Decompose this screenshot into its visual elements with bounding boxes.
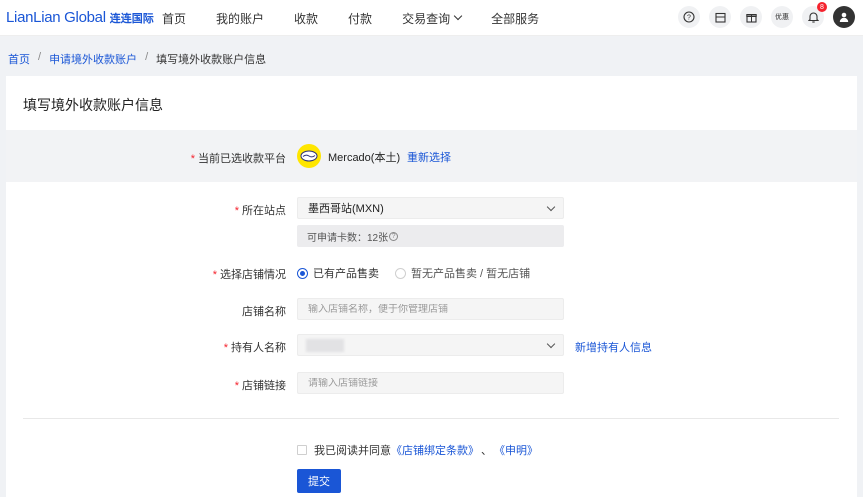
store-link-input[interactable] bbox=[308, 377, 553, 389]
nav-item-pay[interactable]: 付款 bbox=[348, 10, 372, 27]
breadcrumb-home[interactable]: 首页 bbox=[8, 51, 30, 67]
nav-item-my-account[interactable]: 我的账户 bbox=[216, 10, 264, 27]
breadcrumb-apply-account[interactable]: 申请境外收款账户 bbox=[49, 51, 137, 67]
chevron-down-icon bbox=[453, 11, 463, 21]
breadcrumb: 首页 / 申请境外收款账户 / 填写境外收款账户信息 bbox=[8, 51, 266, 67]
platform-label-text: 当前已选收款平台 bbox=[198, 153, 286, 165]
agreement-row: 我已阅读并同意 《店铺绑定条款》 、 《申明》 bbox=[297, 442, 538, 458]
holder-select[interactable] bbox=[297, 334, 564, 356]
redacted-holder-name bbox=[306, 339, 344, 352]
main-nav: 首页 我的账户 收款 付款 交易查询 全部服务 bbox=[162, 0, 539, 36]
radio-no-products[interactable]: 暂无产品售卖 / 暂无店铺 bbox=[395, 265, 530, 281]
submit-button[interactable]: 提交 bbox=[297, 469, 341, 493]
brand-logo[interactable]: LianLian Global 连连国际 bbox=[6, 9, 154, 26]
store-name-label-text: 店铺名称 bbox=[242, 306, 286, 318]
agreement-separator: 、 bbox=[481, 445, 492, 457]
calendar-icon[interactable] bbox=[709, 6, 731, 28]
holder-label: * 持有人名称 bbox=[223, 342, 286, 354]
radio-no-products-label: 暂无产品售卖 / 暂无店铺 bbox=[411, 268, 531, 280]
top-icon-bar: ? 优惠 8 bbox=[669, 2, 855, 28]
form-card: 填写境外收款账户信息 * 当前已选收款平台 Mercado(本土) 重新选择 * 所… bbox=[6, 76, 857, 497]
help-icon-glyph: ? bbox=[687, 15, 691, 22]
question-icon[interactable]: ? bbox=[389, 231, 399, 241]
nav-item-home[interactable]: 首页 bbox=[162, 10, 186, 27]
chevron-down-icon bbox=[546, 339, 556, 349]
store-status-radio-group: 已有产品售卖 暂无产品售卖 / 暂无店铺 bbox=[297, 265, 546, 281]
breadcrumb-separator: / bbox=[145, 51, 149, 63]
radio-has-products-label: 已有产品售卖 bbox=[313, 268, 379, 280]
help-icon[interactable]: ? bbox=[678, 6, 700, 28]
store-name-field[interactable] bbox=[297, 298, 564, 320]
gift-icon[interactable] bbox=[740, 6, 762, 28]
site-select-value: 墨西哥站(MXN) bbox=[308, 203, 384, 215]
breadcrumb-separator: / bbox=[38, 51, 42, 63]
vip-icon[interactable]: 优惠 bbox=[771, 6, 793, 28]
nav-item-transactions[interactable]: 交易查询 bbox=[402, 10, 463, 27]
store-status-label: * 选择店铺情况 bbox=[212, 269, 286, 281]
bell-icon[interactable]: 8 bbox=[802, 2, 827, 28]
store-name-label: 店铺名称 bbox=[166, 303, 286, 319]
store-link-field[interactable] bbox=[297, 372, 564, 394]
top-navbar: LianLian Global 连连国际 首页 我的账户 收款 付款 交易查询 … bbox=[0, 0, 863, 36]
radio-button[interactable] bbox=[395, 267, 406, 279]
chevron-down-icon bbox=[546, 202, 556, 212]
platform-name: Mercado(本土) bbox=[328, 152, 401, 164]
brand-logo-en: LianLian Global bbox=[6, 9, 106, 26]
store-link-label-text: 店铺链接 bbox=[242, 380, 286, 392]
nav-item-all-services[interactable]: 全部服务 bbox=[491, 10, 539, 27]
notification-badge: 8 bbox=[817, 2, 827, 12]
holder-label-text: 持有人名称 bbox=[231, 342, 286, 354]
store-name-input[interactable] bbox=[308, 303, 553, 315]
store-link-label: * 店铺链接 bbox=[234, 380, 286, 392]
store-status-label-text: 选择店铺情况 bbox=[220, 269, 286, 281]
brand-logo-cn: 连连国际 bbox=[109, 13, 154, 25]
nav-item-receive[interactable]: 收款 bbox=[294, 10, 318, 27]
page-title: 填写境外收款账户信息 bbox=[23, 97, 163, 113]
add-holder-link[interactable]: 新增持有人信息 bbox=[575, 339, 652, 355]
nav-item-transactions-label: 交易查询 bbox=[402, 11, 451, 26]
declaration-link[interactable]: 《申明》 bbox=[494, 442, 538, 458]
card-quota-box: 可申请卡数：12张? bbox=[297, 225, 564, 247]
divider bbox=[23, 418, 839, 419]
agreement-checkbox[interactable] bbox=[297, 445, 307, 455]
agreement-prefix: 我已阅读并同意 bbox=[314, 445, 391, 457]
reselect-platform-link[interactable]: 重新选择 bbox=[407, 149, 451, 165]
radio-button-selected[interactable] bbox=[297, 267, 308, 279]
platform-label: * 当前已选收款平台 bbox=[190, 153, 286, 165]
radio-has-products[interactable]: 已有产品售卖 bbox=[297, 265, 379, 281]
mercado-logo-icon bbox=[297, 144, 321, 168]
store-binding-terms-link[interactable]: 《店铺绑定条款》 bbox=[391, 442, 479, 458]
user-avatar-icon[interactable] bbox=[833, 6, 855, 28]
breadcrumb-current: 填写境外收款账户信息 bbox=[156, 54, 267, 66]
site-label-text: 所在站点 bbox=[242, 205, 286, 217]
site-label: * 所在站点 bbox=[234, 205, 286, 217]
card-quota-text: 可申请卡数：12张 bbox=[307, 232, 389, 244]
site-select[interactable]: 墨西哥站(MXN) bbox=[297, 197, 564, 219]
